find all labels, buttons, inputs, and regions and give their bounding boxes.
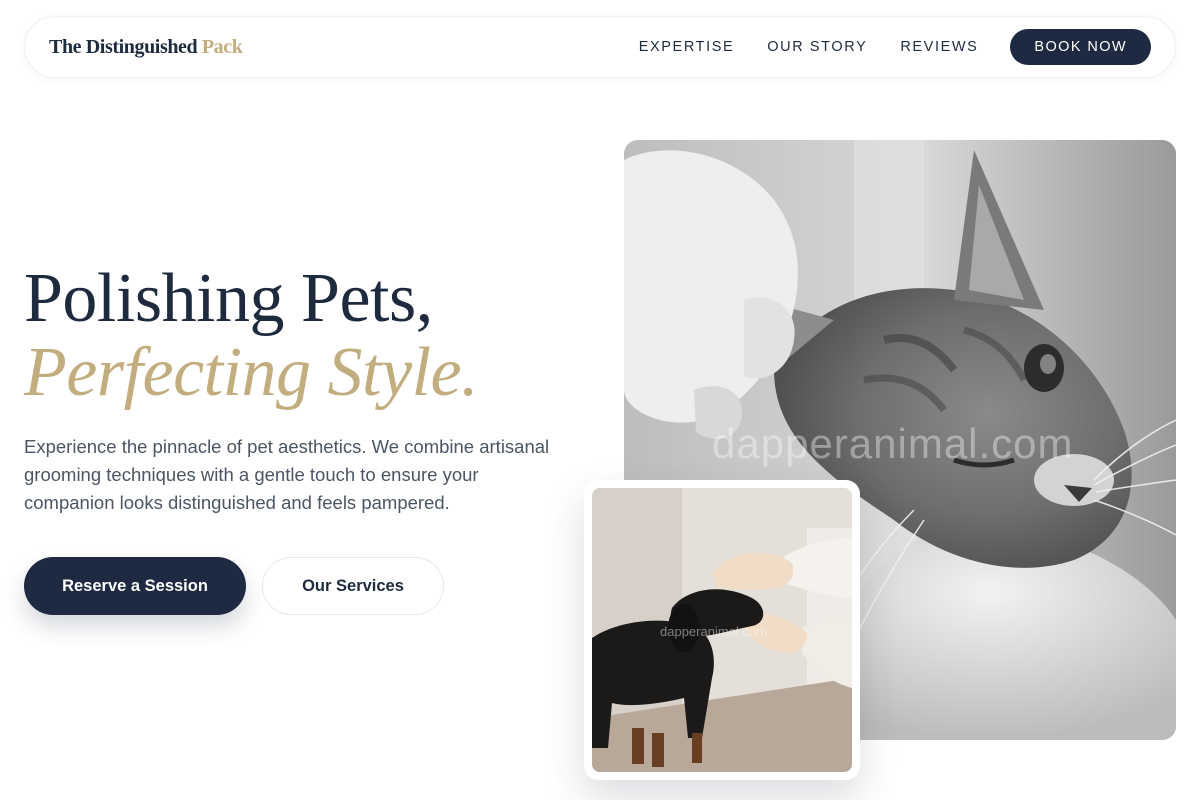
headline-line-2: Perfecting Style. (24, 334, 479, 411)
brand-name-accent: Pack (201, 35, 243, 58)
brand-logo[interactable]: The Distinguished Pack (49, 35, 243, 59)
nav-link-reviews[interactable]: REVIEWS (900, 39, 978, 55)
brand-name: The Distinguished (49, 35, 198, 58)
dog-illustration (592, 488, 852, 772)
book-now-button[interactable]: BOOK NOW (1010, 29, 1151, 65)
our-services-button[interactable]: Our Services (262, 557, 444, 615)
top-nav: The Distinguished Pack EXPERTISE OUR STO… (24, 16, 1176, 78)
nav-links: EXPERTISE OUR STORY REVIEWS BOOK NOW (639, 29, 1151, 65)
reserve-session-button[interactable]: Reserve a Session (24, 557, 246, 615)
landing-page: The Distinguished Pack EXPERTISE OUR STO… (0, 0, 1200, 800)
nav-link-our-story[interactable]: OUR STORY (767, 39, 867, 55)
hero-headline: Polishing Pets, Perfecting Style. (24, 260, 479, 411)
nav-link-expertise[interactable]: EXPERTISE (639, 39, 735, 55)
headline-line-1: Polishing Pets, (24, 260, 433, 337)
dog-photo: dapperanimal.com (592, 488, 852, 772)
hero-description: Experience the pinnacle of pet aesthetic… (24, 436, 550, 513)
dog-photo-card: dapperanimal.com (584, 480, 860, 780)
